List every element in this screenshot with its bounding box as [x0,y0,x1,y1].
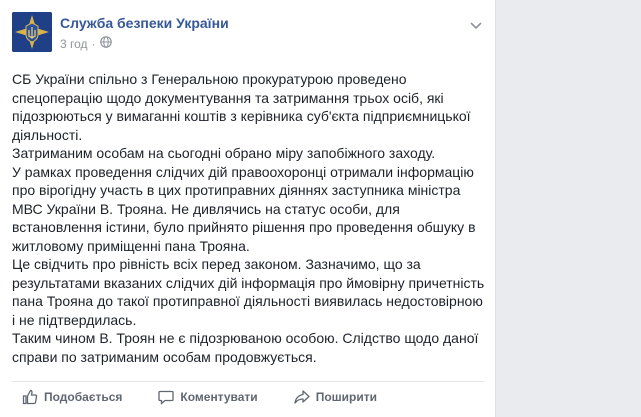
thumbs-up-icon [22,389,38,405]
post-line: житловому приміщенні пана Трояна. [12,237,250,254]
post-line: про вірогідну участь в цих протиправних … [12,182,461,198]
post-line: СБ України спільно з Генеральною прокура… [12,71,407,87]
post-line: Це свідчить про рівність всіх перед зако… [12,256,421,272]
post-line: МВС України В. Трояна. Не дивлячись на с… [12,200,400,217]
comment-label: Коментувати [180,390,258,404]
post-header: Служба безпеки України 3 год · [12,12,484,56]
post-line: і не підтвердилась. [12,311,137,328]
actions-divider [12,381,484,382]
post-body: СБ України спільно з Генеральною прокура… [12,70,488,366]
globe-icon[interactable] [99,36,112,51]
like-label: Подобається [44,390,123,404]
post-line: Затриманим особам на сьогодні обрано мір… [12,145,436,161]
post-meta: 3 год · [60,36,112,51]
share-button[interactable]: Поширити [294,389,377,405]
page-avatar[interactable] [12,12,52,52]
post-line: Таким чином В. Троян не є підозрюваною о… [12,330,479,346]
meta-separator: · [91,36,96,51]
post-menu-button[interactable] [468,18,484,34]
post-line: результатами вказаних слідчих дій інформ… [12,274,485,291]
post-line: справи по затриманим особам продовжуєтьс… [12,348,317,365]
post-line: У рамках проведення слідчих дій правоохо… [12,163,474,180]
post-actions: Подобається Коментувати Поширити [12,384,484,410]
post-line: підозрюються у вимаганні коштів з керівн… [12,108,471,124]
post-timestamp[interactable]: 3 год [60,37,88,51]
post-line: спецоперацію щодо документування та затр… [12,89,444,106]
chevron-down-icon [470,22,482,30]
comment-button[interactable]: Коментувати [158,389,258,405]
post-line: пана Трояна до такої протиправної діяльн… [12,293,483,309]
post-line: діяльності. [12,126,83,143]
post-line: встановлення істини, було прийнято рішен… [12,219,476,235]
post-card: Служба безпеки України 3 год · СБ Україн… [0,0,496,417]
page-name-link[interactable]: Служба безпеки України [60,15,229,31]
comment-bubble-icon [158,389,175,405]
like-button[interactable]: Подобається [22,389,122,405]
sbu-emblem-icon [12,12,52,52]
share-label: Поширити [315,390,377,404]
share-arrow-icon [294,389,310,405]
